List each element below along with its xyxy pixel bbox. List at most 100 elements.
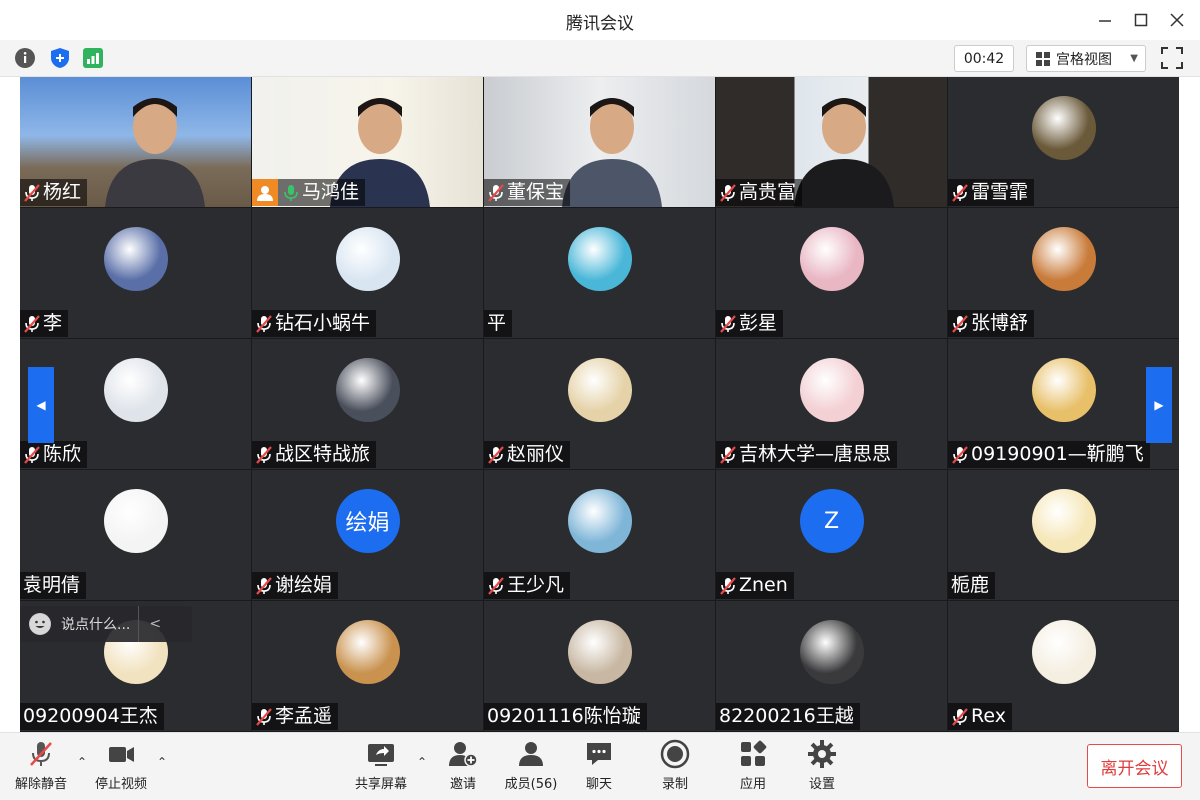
participant-tile[interactable]: 董保宝	[484, 77, 715, 207]
view-mode-select[interactable]: 宫格视图 ▼	[1026, 45, 1146, 72]
participant-tile[interactable]: 李	[20, 208, 251, 338]
participant-name: 09190901—靳鹏飞	[971, 443, 1144, 465]
unmute-button[interactable]: 解除静音	[6, 739, 76, 792]
participant-nametag: 马鸿佳	[252, 179, 366, 206]
participant-name: 雷雪霏	[971, 181, 1029, 203]
participant-tile[interactable]: 李孟遥	[252, 601, 483, 731]
participant-tile[interactable]: 09201116陈怡璇	[484, 601, 715, 731]
info-icon	[15, 48, 35, 68]
participant-tile[interactable]: 杨红	[20, 77, 251, 207]
fullscreen-button[interactable]	[1160, 46, 1184, 70]
participant-name: 赵丽仪	[507, 443, 565, 465]
participant-name: 吉林大学—唐思思	[739, 443, 892, 465]
minimize-button[interactable]	[1092, 8, 1118, 32]
host-icon	[252, 179, 278, 206]
participant-grid: 杨红 马鸿佳 董保宝 高贵富 雷雪霏李 钻石小蜗牛 平 彭星 张博舒陈欣 战区特战旅 赵丽仪 吉林大学…	[20, 77, 1179, 732]
participant-name: 彭星	[739, 312, 778, 334]
participant-tile[interactable]: 张博舒	[948, 208, 1179, 338]
network-status-button[interactable]	[81, 46, 105, 70]
participant-tile[interactable]: 王少凡	[484, 470, 715, 600]
stop-video-button[interactable]: 停止视频	[86, 739, 156, 792]
chat-button[interactable]: 聊天	[564, 739, 634, 792]
video-options-button[interactable]: ⌃	[155, 755, 169, 769]
maximize-button[interactable]	[1128, 8, 1154, 32]
participant-tile[interactable]: 陈欣	[20, 339, 251, 469]
invite-button[interactable]: 邀请	[428, 739, 498, 792]
next-page-button[interactable]: ▶	[1146, 367, 1172, 443]
participant-name: 袁明倩	[23, 574, 81, 596]
participant-tile[interactable]: 彭星	[716, 208, 947, 338]
participant-tile[interactable]: 马鸿佳	[252, 77, 483, 207]
mic-muted-icon	[719, 576, 737, 596]
emoji-icon[interactable]	[29, 613, 51, 635]
participant-tile[interactable]: 袁明倩	[20, 470, 251, 600]
invite-icon	[448, 739, 478, 769]
mic-muted-icon	[719, 314, 737, 334]
participant-tile[interactable]: 82200216王越	[716, 601, 947, 731]
chat-input-placeholder[interactable]: 说点什么...	[61, 614, 130, 634]
participant-tile[interactable]: 绘娟 谢绘娟	[252, 470, 483, 600]
view-mode-label: 宫格视图	[1056, 51, 1112, 68]
avatar	[1031, 620, 1096, 684]
participant-nametag: 09201116陈怡璇	[484, 703, 647, 730]
meeting-window: 腾讯会议 00:42 宫格视图 ▼ 杨红 马鸿佳 董保宝 高贵富 雷雪霏 李 钻…	[0, 0, 1200, 800]
participant-tile[interactable]: 平	[484, 208, 715, 338]
collapse-chat-icon[interactable]: <	[149, 616, 161, 632]
quick-chat-box[interactable]: 说点什么... <	[20, 606, 192, 642]
share-screen-button[interactable]: 共享屏幕	[346, 739, 416, 792]
share-options-button[interactable]: ⌃	[415, 755, 429, 769]
participant-tile[interactable]: 战区特战旅	[252, 339, 483, 469]
chat-divider	[138, 606, 140, 642]
participant-tile[interactable]: Rex	[948, 601, 1179, 731]
avatar	[799, 358, 864, 422]
participant-tile[interactable]: Z Znen	[716, 470, 947, 600]
participant-nametag: 赵丽仪	[484, 441, 571, 468]
maximize-icon	[1134, 13, 1148, 27]
avatar	[1031, 227, 1096, 291]
participant-tile[interactable]: 钻石小蜗牛	[252, 208, 483, 338]
participant-tile[interactable]: 高贵富	[716, 77, 947, 207]
share-screen-icon	[366, 739, 396, 769]
participant-tile[interactable]: 赵丽仪	[484, 339, 715, 469]
participant-tile[interactable]: 栀鹿	[948, 470, 1179, 600]
settings-button[interactable]: 设置	[787, 739, 857, 792]
mic-muted-icon	[487, 445, 505, 465]
chevron-up-icon: ⌃	[416, 755, 428, 769]
chevron-up-icon: ⌃	[156, 755, 168, 769]
avatar	[567, 227, 632, 291]
leave-meeting-button[interactable]: 离开会议	[1087, 744, 1182, 788]
participant-nametag: 钻石小蜗牛	[252, 310, 377, 337]
participant-nametag: 陈欣	[20, 441, 88, 468]
participant-tile[interactable]: 雷雪霏	[948, 77, 1179, 207]
chat-label: 聊天	[585, 777, 612, 792]
participant-name: 平	[487, 312, 507, 334]
mic-muted-icon	[23, 445, 41, 465]
participant-tile[interactable]: 09190901—靳鹏飞	[948, 339, 1179, 469]
members-button[interactable]: 成员(56)	[496, 739, 566, 792]
participant-name: 82200216王越	[719, 705, 854, 727]
participant-nametag: 李	[20, 310, 69, 337]
participant-nametag: 高贵富	[716, 179, 803, 206]
mic-muted-icon	[26, 739, 56, 769]
camera-icon	[106, 739, 136, 769]
mic-muted-icon	[951, 314, 969, 334]
participant-name: 董保宝	[507, 181, 565, 203]
mic-muted-icon	[719, 445, 737, 465]
meeting-info-button[interactable]	[13, 46, 37, 70]
apps-button[interactable]: 应用	[718, 739, 788, 792]
mic-muted-icon	[719, 183, 737, 203]
mic-muted-icon	[255, 445, 273, 465]
participant-nametag: 王少凡	[484, 572, 571, 599]
chat-icon	[584, 739, 614, 769]
participant-name: 高贵富	[739, 181, 797, 203]
record-button[interactable]: 录制	[640, 739, 710, 792]
mic-muted-icon	[23, 183, 41, 203]
participant-nametag: 09190901—靳鹏飞	[948, 441, 1150, 468]
participant-tile[interactable]: 吉林大学—唐思思	[716, 339, 947, 469]
title-bar: 腾讯会议	[0, 0, 1200, 40]
prev-page-button[interactable]: ◀	[28, 367, 54, 443]
avatar	[567, 358, 632, 422]
security-button[interactable]	[48, 46, 72, 70]
close-button[interactable]	[1164, 8, 1190, 32]
mic-muted-icon	[255, 576, 273, 596]
